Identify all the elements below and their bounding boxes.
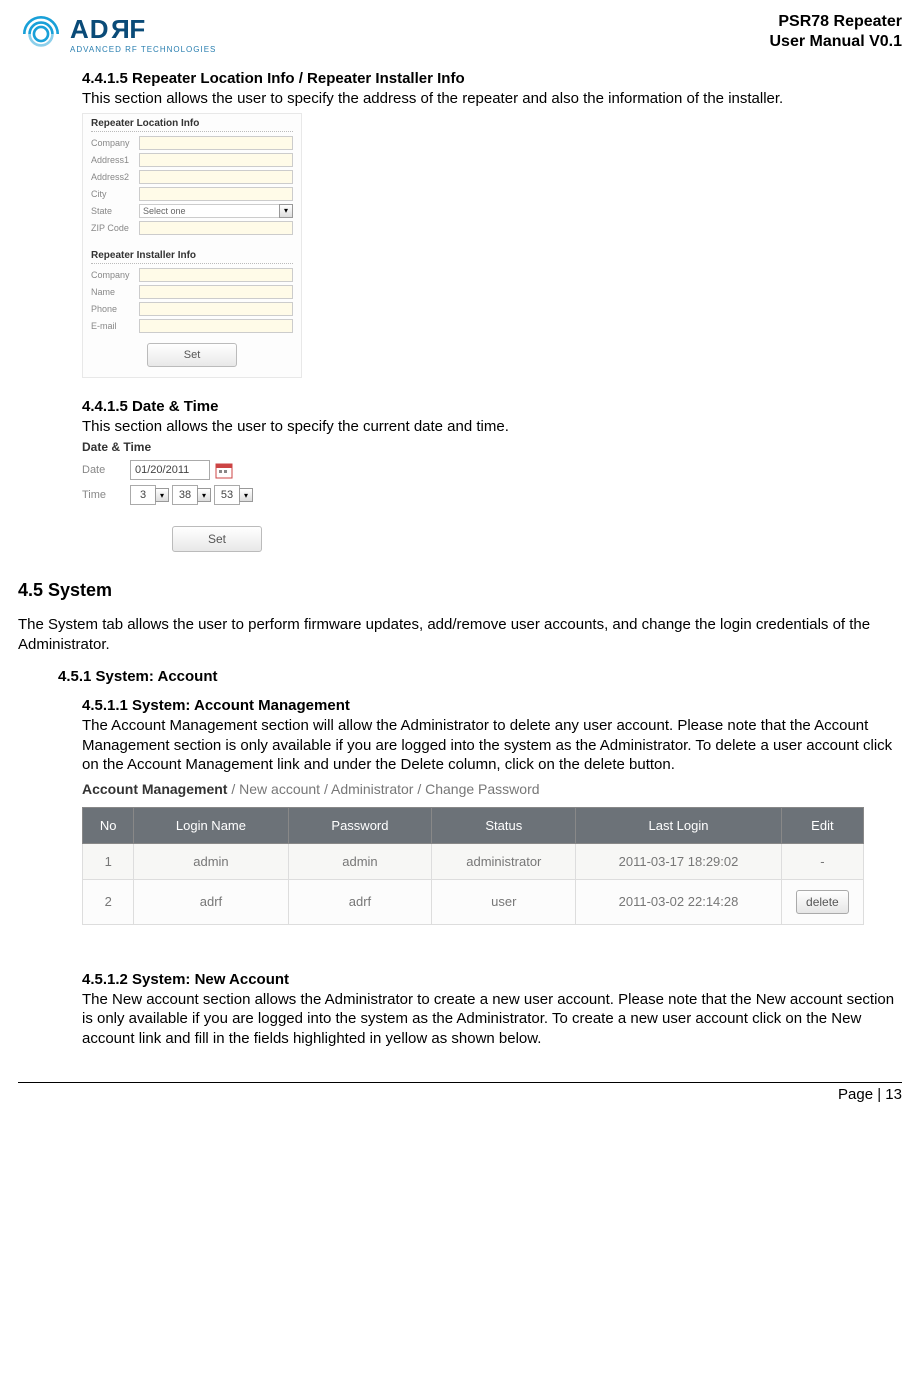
nav-change-password[interactable]: Change Password [425, 781, 539, 797]
label-inst-email: E-mail [91, 321, 139, 331]
col-login: Login Name [134, 807, 288, 843]
col-edit: Edit [781, 807, 863, 843]
heading-4511: 4.5.1.1 System: Account Management [82, 697, 902, 714]
nav-account-management[interactable]: Account Management [82, 781, 227, 797]
calendar-icon[interactable] [214, 460, 234, 480]
desc-4511: The Account Management section will allo… [82, 716, 902, 775]
desc-4415b: This section allows the user to specify … [82, 417, 902, 437]
heading-4415a: 4.4.1.5 Repeater Location Info / Repeate… [82, 70, 902, 87]
chevron-down-icon[interactable]: ▾ [279, 204, 293, 218]
desc-4415a: This section allows the user to specify … [82, 89, 902, 109]
input-inst-phone[interactable] [139, 302, 293, 316]
logo-block: ADRF ADVANCED RF TECHNOLOGIES [18, 12, 216, 56]
desc-45: The System tab allows the user to perfor… [18, 615, 902, 654]
page-header: ADRF ADVANCED RF TECHNOLOGIES PSR78 Repe… [18, 12, 902, 56]
label-state: State [91, 206, 139, 216]
heading-45: 4.5 System [18, 580, 902, 601]
installer-form-title: Repeater Installer Info [91, 250, 293, 264]
table-header-row: No Login Name Password Status Last Login… [83, 807, 864, 843]
set-button[interactable]: Set [172, 526, 262, 552]
label-zip: ZIP Code [91, 223, 139, 233]
doc-title: PSR78 Repeater User Manual V0.1 [770, 12, 903, 52]
col-last-login: Last Login [576, 807, 782, 843]
cell-edit: - [781, 843, 863, 879]
dt-title: Date & Time [82, 440, 302, 454]
heading-451: 4.5.1 System: Account [58, 668, 902, 685]
input-address1[interactable] [139, 153, 293, 167]
delete-button[interactable]: delete [796, 890, 849, 914]
input-city[interactable] [139, 187, 293, 201]
chevron-down-icon[interactable]: ▾ [155, 488, 169, 502]
col-password: Password [288, 807, 432, 843]
col-no: No [83, 807, 134, 843]
location-form-title: Repeater Location Info [91, 118, 293, 132]
repeater-location-form: Repeater Location Info Company Address1 … [82, 113, 302, 378]
input-minute[interactable]: 38 [172, 485, 198, 505]
select-state[interactable]: Select one ▾ [139, 204, 293, 218]
page-number: Page | 13 [18, 1083, 902, 1103]
col-status: Status [432, 807, 576, 843]
label-city: City [91, 189, 139, 199]
label-inst-name: Name [91, 287, 139, 297]
table-row: 2 adrf adrf user 2011-03-02 22:14:28 del… [83, 879, 864, 924]
brand-text: ADRF [70, 14, 216, 45]
nav-administrator[interactable]: Administrator [331, 781, 413, 797]
set-button[interactable]: Set [147, 343, 237, 367]
input-company[interactable] [139, 136, 293, 150]
label-company: Company [91, 138, 139, 148]
label-date: Date [82, 464, 130, 476]
label-address2: Address2 [91, 172, 139, 182]
input-date[interactable] [130, 460, 210, 480]
heading-4512: 4.5.1.2 System: New Account [82, 971, 902, 988]
input-second[interactable]: 53 [214, 485, 240, 505]
adrf-logo-icon [18, 12, 64, 56]
label-inst-company: Company [91, 270, 139, 280]
heading-4415b: 4.4.1.5 Date & Time [82, 398, 902, 415]
desc-4512: The New account section allows the Admin… [82, 990, 902, 1049]
chevron-down-icon[interactable]: ▾ [239, 488, 253, 502]
brand-tagline: ADVANCED RF TECHNOLOGIES [70, 45, 216, 54]
input-hour[interactable]: 3 [130, 485, 156, 505]
label-inst-phone: Phone [91, 304, 139, 314]
account-table: No Login Name Password Status Last Login… [82, 807, 864, 925]
account-nav: Account Management / New account / Admin… [82, 781, 902, 797]
label-time: Time [82, 489, 130, 501]
cell-edit: delete [781, 879, 863, 924]
input-inst-company[interactable] [139, 268, 293, 282]
nav-new-account[interactable]: New account [239, 781, 320, 797]
input-inst-email[interactable] [139, 319, 293, 333]
input-address2[interactable] [139, 170, 293, 184]
date-time-form: Date & Time Date Time 3▾ 38▾ 53▾ Set [82, 440, 302, 552]
chevron-down-icon[interactable]: ▾ [197, 488, 211, 502]
label-address1: Address1 [91, 155, 139, 165]
table-row: 1 admin admin administrator 2011-03-17 1… [83, 843, 864, 879]
input-inst-name[interactable] [139, 285, 293, 299]
input-zip[interactable] [139, 221, 293, 235]
